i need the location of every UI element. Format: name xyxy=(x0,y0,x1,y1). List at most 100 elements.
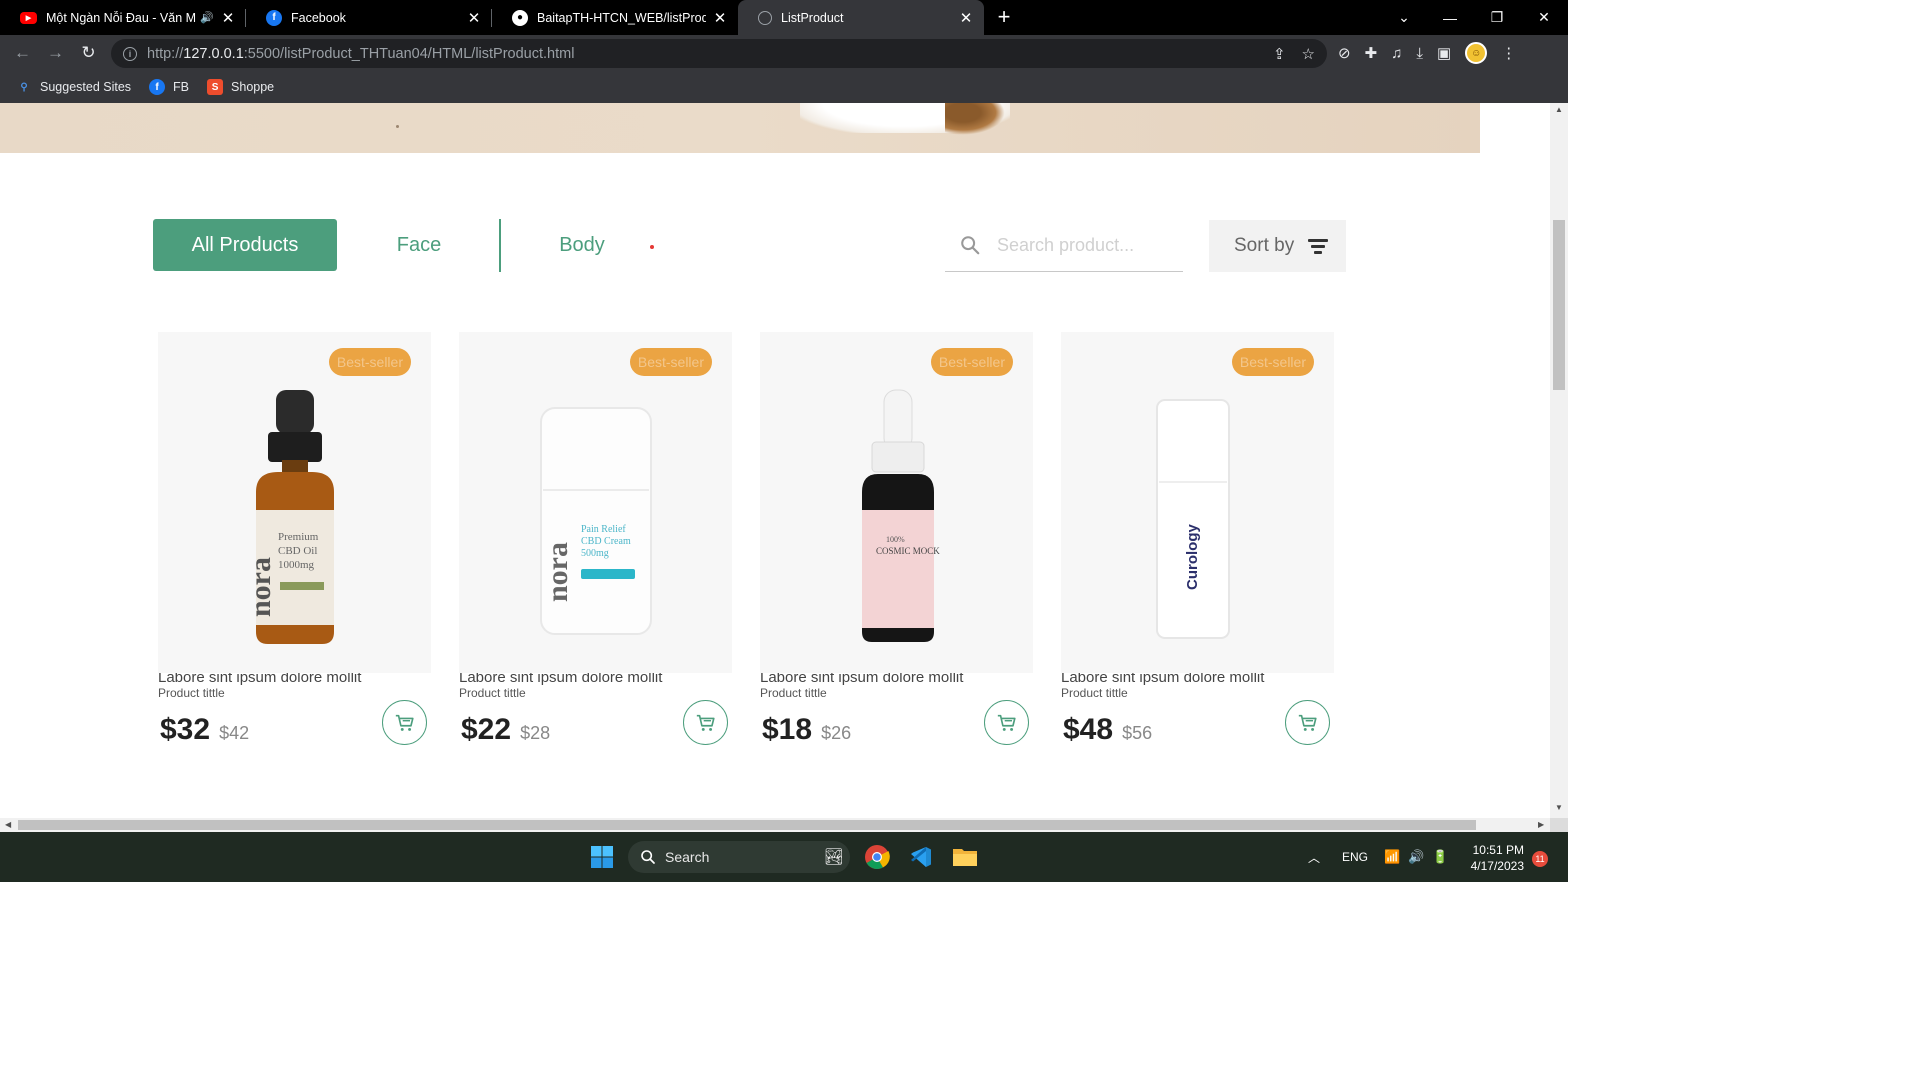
forward-icon[interactable]: → xyxy=(39,43,72,63)
sort-filter-icon xyxy=(1308,239,1329,254)
tab-title: ListProduct xyxy=(781,10,844,25)
cart-icon xyxy=(1298,714,1317,731)
restore-button[interactable]: ❐ xyxy=(1474,0,1520,35)
site-info-icon[interactable]: i xyxy=(123,46,137,61)
scroll-left-arrow-icon[interactable]: ◀ xyxy=(5,818,11,832)
product-old-price: $56 xyxy=(1122,723,1153,743)
address-bar[interactable]: i http://127.0.0.1:5500/listProduct_THTu… xyxy=(111,39,1327,68)
product-subtitle: Product tittle xyxy=(459,686,526,700)
menu-kebab-icon[interactable]: ⋮ xyxy=(1501,44,1516,62)
product-card[interactable]: nora Pain Relief CBD Cream 500mg Best-se… xyxy=(459,332,732,747)
filter-face[interactable]: Face xyxy=(355,219,483,271)
bookmark-fb[interactable]: f FB xyxy=(149,79,189,95)
svg-text:Pain Relief: Pain Relief xyxy=(581,524,626,535)
browser-tab-strip: ▶ Một Ngàn Nỗi Đau - Văn Ma 🔊 ✕ f Facebo… xyxy=(0,0,1568,35)
side-panel-icon[interactable]: ▣ xyxy=(1437,44,1451,62)
search-input[interactable] xyxy=(997,235,1167,256)
add-to-cart-button[interactable] xyxy=(984,700,1029,745)
cart-icon xyxy=(696,714,715,731)
profile-avatar[interactable]: ☺ xyxy=(1465,42,1488,64)
scrollbar-corner xyxy=(1550,818,1568,832)
product-price: $18 xyxy=(762,713,813,746)
scroll-right-arrow-icon[interactable]: ▶ xyxy=(1538,818,1544,832)
wifi-icon[interactable]: 📶 xyxy=(1384,849,1400,865)
scroll-up-arrow-icon[interactable]: ▲ xyxy=(1550,105,1568,114)
search-highlight-icon: 🏞 xyxy=(823,849,844,866)
compass-extension-icon[interactable]: ⊘ xyxy=(1338,44,1351,62)
add-to-cart-button[interactable] xyxy=(382,700,427,745)
product-image[interactable]: nora Pain Relief CBD Cream 500mg Best-se… xyxy=(459,332,732,673)
clock-date: 4/17/2023 xyxy=(1470,859,1524,873)
vertical-scrollbar[interactable]: ▲ ▼ xyxy=(1550,103,1568,818)
product-old-price: $28 xyxy=(520,723,551,743)
share-icon[interactable]: ⇪ xyxy=(1273,45,1286,63)
svg-text:Premium: Premium xyxy=(278,531,319,543)
close-icon[interactable]: ✕ xyxy=(712,9,728,27)
svg-text:COSMIC MOCK: COSMIC MOCK xyxy=(876,546,940,556)
search-icon xyxy=(959,234,983,258)
product-search[interactable] xyxy=(945,220,1183,272)
horizontal-scrollbar[interactable]: ◀ ▶ xyxy=(0,818,1550,832)
system-clock[interactable]: 10:51 PM 4/17/2023 xyxy=(1460,842,1524,874)
github-icon: ● xyxy=(512,9,528,26)
svg-text:Curology: Curology xyxy=(1184,524,1201,590)
extensions-puzzle-icon[interactable]: ✚ xyxy=(1365,44,1378,62)
tab-title: Một Ngàn Nỗi Đau - Văn Ma xyxy=(46,10,197,25)
scroll-thumb[interactable] xyxy=(18,820,1476,830)
product-card[interactable]: Curology Best-seller Labore sint ipsum d… xyxy=(1061,332,1334,747)
best-seller-badge: Best-seller xyxy=(930,348,1013,376)
tab-github[interactable]: ● BaitapTH-HTCN_WEB/listProduct ✕ xyxy=(492,0,738,35)
minimize-button[interactable]: — xyxy=(1427,0,1473,35)
bookmark-star-icon[interactable]: ☆ xyxy=(1302,45,1315,63)
reload-icon[interactable]: ↻ xyxy=(72,43,105,63)
scroll-thumb[interactable] xyxy=(1553,220,1565,390)
volume-icon[interactable]: 🔊 xyxy=(1408,849,1424,865)
cart-icon xyxy=(395,714,414,731)
shopee-icon: S xyxy=(207,79,224,95)
filter-all-products[interactable]: All Products xyxy=(153,219,337,271)
notification-badge[interactable]: 11 xyxy=(1532,851,1548,867)
window-close-button[interactable]: ✕ xyxy=(1521,0,1567,35)
bookmark-suggested-sites[interactable]: ⚲ Suggested Sites xyxy=(16,79,131,95)
close-icon[interactable]: ✕ xyxy=(220,9,236,27)
new-tab-button[interactable]: + xyxy=(984,0,1024,35)
svg-text:CBD Cream: CBD Cream xyxy=(581,536,631,547)
product-subtitle: Product tittle xyxy=(158,686,225,700)
tab-title: Facebook xyxy=(291,10,346,25)
scroll-down-arrow-icon[interactable]: ▼ xyxy=(1550,803,1568,812)
svg-text:nora: nora xyxy=(244,557,277,617)
add-to-cart-button[interactable] xyxy=(1285,700,1330,745)
browser-toolbar: ← → ↻ i http://127.0.0.1:5500/listProduc… xyxy=(0,35,1568,71)
tab-facebook[interactable]: f Facebook ✕ xyxy=(246,0,492,35)
chrome-icon[interactable] xyxy=(863,843,891,871)
close-icon[interactable]: ✕ xyxy=(958,9,974,27)
tray-chevron-icon[interactable]: ︿ xyxy=(1308,832,1320,882)
product-image[interactable]: 100% COSMIC MOCK Best-seller xyxy=(760,332,1033,673)
taskbar-search[interactable]: Search 🏞 xyxy=(628,841,850,873)
windows-start-icon[interactable] xyxy=(588,843,616,871)
battery-icon[interactable]: 🔋 xyxy=(1432,849,1448,865)
product-image[interactable]: nora Premium CBD Oil 1000mg Best-seller xyxy=(158,332,431,673)
url-path: :5500/listProduct_THTuan04/HTML/listProd… xyxy=(243,45,575,62)
youtube-icon: ▶ xyxy=(20,11,37,24)
bookmark-label: Suggested Sites xyxy=(40,80,132,94)
tab-youtube[interactable]: ▶ Một Ngàn Nỗi Đau - Văn Ma 🔊 ✕ xyxy=(0,0,246,35)
filter-divider xyxy=(499,219,501,272)
product-card[interactable]: nora Premium CBD Oil 1000mg Best-seller … xyxy=(158,332,431,747)
speaker-icon[interactable]: 🔊 xyxy=(200,11,214,24)
file-explorer-icon[interactable] xyxy=(951,843,979,871)
vscode-icon[interactable] xyxy=(907,843,935,871)
product-image[interactable]: Curology Best-seller xyxy=(1061,332,1334,673)
input-language[interactable]: ENG xyxy=(1342,832,1368,882)
media-control-icon[interactable]: ♫ xyxy=(1391,45,1402,62)
back-icon[interactable]: ← xyxy=(6,43,39,63)
sort-by-button[interactable]: Sort by xyxy=(1209,220,1346,272)
download-icon[interactable]: ⤓ xyxy=(1416,45,1423,62)
tab-search-icon[interactable]: ⌄ xyxy=(1381,0,1427,35)
tab-listproduct[interactable]: ListProduct ✕ xyxy=(738,0,984,35)
product-card[interactable]: 100% COSMIC MOCK Best-seller Labore sint… xyxy=(760,332,1033,747)
close-icon[interactable]: ✕ xyxy=(466,9,482,27)
bookmark-shoppe[interactable]: S Shoppe xyxy=(207,79,274,95)
add-to-cart-button[interactable] xyxy=(683,700,728,745)
filter-body[interactable]: Body xyxy=(518,219,646,271)
